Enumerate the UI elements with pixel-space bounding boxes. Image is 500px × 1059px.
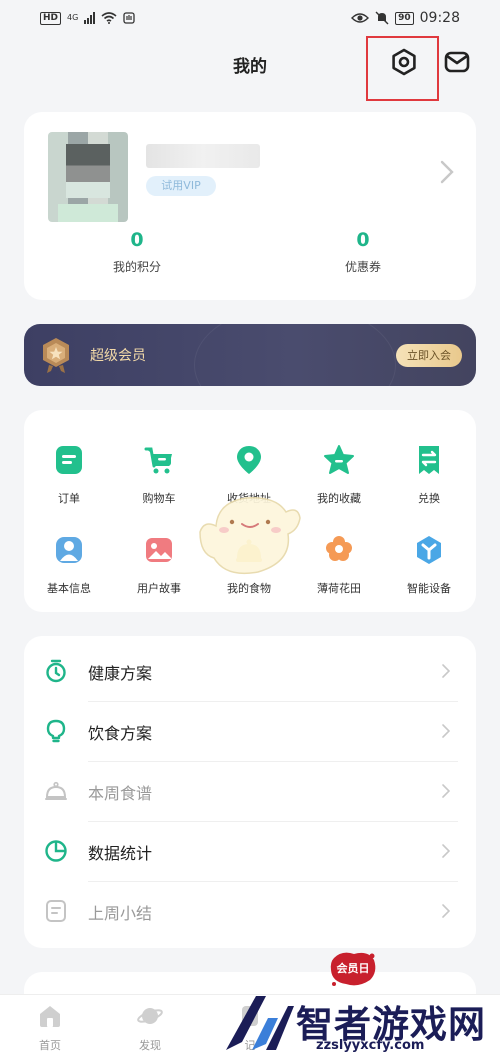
order-icon xyxy=(56,446,82,474)
grid-label: 用户故事 xyxy=(137,582,181,595)
grid-label: 兑换 xyxy=(418,492,440,505)
timer-icon xyxy=(46,659,66,683)
grid-item-favorites[interactable]: 我的收藏 xyxy=(294,444,384,506)
flower-icon xyxy=(326,536,352,561)
cloche-icon xyxy=(45,781,67,800)
status-left: HD 4G xyxy=(40,11,135,25)
menu-item-health-plan[interactable]: 健康方案 xyxy=(24,642,476,702)
coupons-label: 优惠券 xyxy=(344,260,381,274)
bulb-icon xyxy=(46,719,66,743)
nav-label: 发现 xyxy=(139,1039,161,1052)
member-day-label: 会员日 xyxy=(336,962,370,975)
watermark-logo-icon xyxy=(226,996,294,1050)
chevron-right-icon[interactable] xyxy=(440,160,454,184)
mute-bell-icon xyxy=(375,11,389,25)
chevron-right-icon xyxy=(442,664,450,678)
vip-badge: 试用VIP xyxy=(146,176,216,196)
star-icon xyxy=(324,445,354,474)
menu-label: 本周食谱 xyxy=(88,784,153,803)
network-type: 4G xyxy=(67,13,79,22)
nav-label: 首页 xyxy=(39,1039,61,1052)
points-stat[interactable]: 0 我的积分 xyxy=(67,228,207,275)
grid-item-user-stories[interactable]: 用户故事 xyxy=(114,534,204,596)
header: 我的 xyxy=(0,36,500,101)
menu-label: 健康方案 xyxy=(88,664,153,683)
coupons-value: 0 xyxy=(356,229,370,251)
coupons-stat[interactable]: 0 优惠券 xyxy=(293,228,433,275)
member-day-badge[interactable]: 会员日 xyxy=(328,950,378,988)
menu-list: 健康方案 饮食方案 本周食谱 数据统计 上周小结 xyxy=(24,636,476,948)
pie-chart-icon xyxy=(45,840,67,862)
grid-item-mint-garden[interactable]: 薄荷花田 xyxy=(294,534,384,596)
home-icon xyxy=(40,1006,60,1027)
grid-label: 基本信息 xyxy=(47,582,91,595)
signal-icon xyxy=(84,12,96,24)
menu-item-last-week-summary[interactable]: 上周小结 xyxy=(24,882,476,942)
grid-item-basic-info[interactable]: 基本信息 xyxy=(24,534,114,596)
location-icon xyxy=(237,446,261,474)
mascot-illustration xyxy=(199,497,301,575)
cart-icon xyxy=(144,447,172,474)
menu-item-diet-plan[interactable]: 饮食方案 xyxy=(24,702,476,762)
grid-label: 薄荷花田 xyxy=(317,582,361,595)
exchange-icon xyxy=(419,446,439,474)
battery-indicator: 90 xyxy=(395,11,414,25)
nav-tab-discover[interactable]: 发现 xyxy=(120,1003,180,1053)
join-vip-button[interactable]: 立即入会 xyxy=(396,344,462,367)
vip-title: 超级会员 xyxy=(90,348,146,364)
settings-gear-icon[interactable] xyxy=(390,48,418,76)
grid-label: 购物车 xyxy=(142,492,176,505)
username-blurred xyxy=(146,144,260,168)
status-bar: HD 4G 90 09:28 xyxy=(0,0,500,36)
menu-item-weekly-recipes[interactable]: 本周食谱 xyxy=(24,762,476,822)
menu-label: 数据统计 xyxy=(88,844,153,863)
device-icon xyxy=(417,536,441,564)
vip-banner[interactable]: 超级会员 立即入会 xyxy=(24,324,476,386)
menu-label: 上周小结 xyxy=(88,904,153,923)
chevron-right-icon xyxy=(442,724,450,738)
watermark: 智者游戏网 zzslyyxcfy.com xyxy=(220,990,500,1059)
nav-tab-home[interactable]: 首页 xyxy=(20,1003,80,1053)
message-icon[interactable] xyxy=(443,50,471,74)
hd-indicator: HD xyxy=(40,11,62,25)
note-icon xyxy=(46,900,66,922)
menu-label: 饮食方案 xyxy=(88,724,153,743)
eye-icon xyxy=(351,13,370,23)
points-label: 我的积分 xyxy=(112,260,161,274)
watermark-url: zzslyyxcfy.com xyxy=(316,1038,425,1053)
profile-card[interactable]: 试用VIP 0 我的积分 0 优惠券 xyxy=(24,112,476,300)
status-right: 90 09:28 xyxy=(351,10,460,26)
avatar[interactable] xyxy=(48,132,128,222)
grid-label: 智能设备 xyxy=(407,582,451,595)
menu-item-data-stats[interactable]: 数据统计 xyxy=(24,822,476,882)
user-info-icon xyxy=(56,537,82,563)
grid-item-smart-devices[interactable]: 智能设备 xyxy=(384,534,474,596)
grid-item-exchange[interactable]: 兑换 xyxy=(384,444,474,506)
grid-item-cart[interactable]: 购物车 xyxy=(114,444,204,506)
planet-icon xyxy=(137,1008,163,1024)
grid-label: 订单 xyxy=(58,492,80,505)
hand-icon xyxy=(123,12,135,24)
wifi-icon xyxy=(101,12,117,24)
story-icon xyxy=(146,538,172,562)
points-value: 0 xyxy=(130,229,144,251)
grid-item-orders[interactable]: 订单 xyxy=(24,444,114,506)
chevron-right-icon xyxy=(442,904,450,918)
grid-label: 我的食物 xyxy=(227,582,271,595)
chevron-right-icon xyxy=(442,844,450,858)
chevron-right-icon xyxy=(442,784,450,798)
clock: 09:28 xyxy=(419,10,460,26)
medal-icon xyxy=(43,338,69,373)
grid-label: 我的收藏 xyxy=(317,492,361,505)
